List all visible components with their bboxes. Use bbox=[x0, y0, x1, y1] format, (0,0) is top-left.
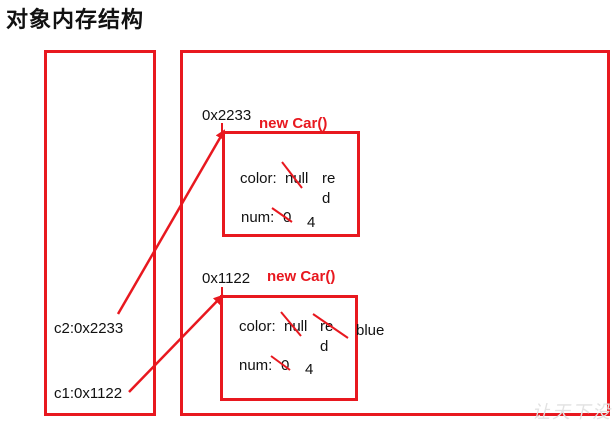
strike-num-0-2 bbox=[270, 355, 291, 371]
strike-color-red-2 bbox=[312, 313, 349, 339]
reference-arrow-c2 bbox=[116, 129, 226, 315]
strike-num-0-1 bbox=[271, 207, 293, 223]
strike-color-null-1 bbox=[281, 161, 303, 189]
strike-color-null-2 bbox=[280, 311, 302, 337]
annotation-layer bbox=[116, 123, 349, 393]
reference-arrow-c1 bbox=[128, 294, 224, 393]
watermark: 让天下没 bbox=[532, 402, 612, 423]
